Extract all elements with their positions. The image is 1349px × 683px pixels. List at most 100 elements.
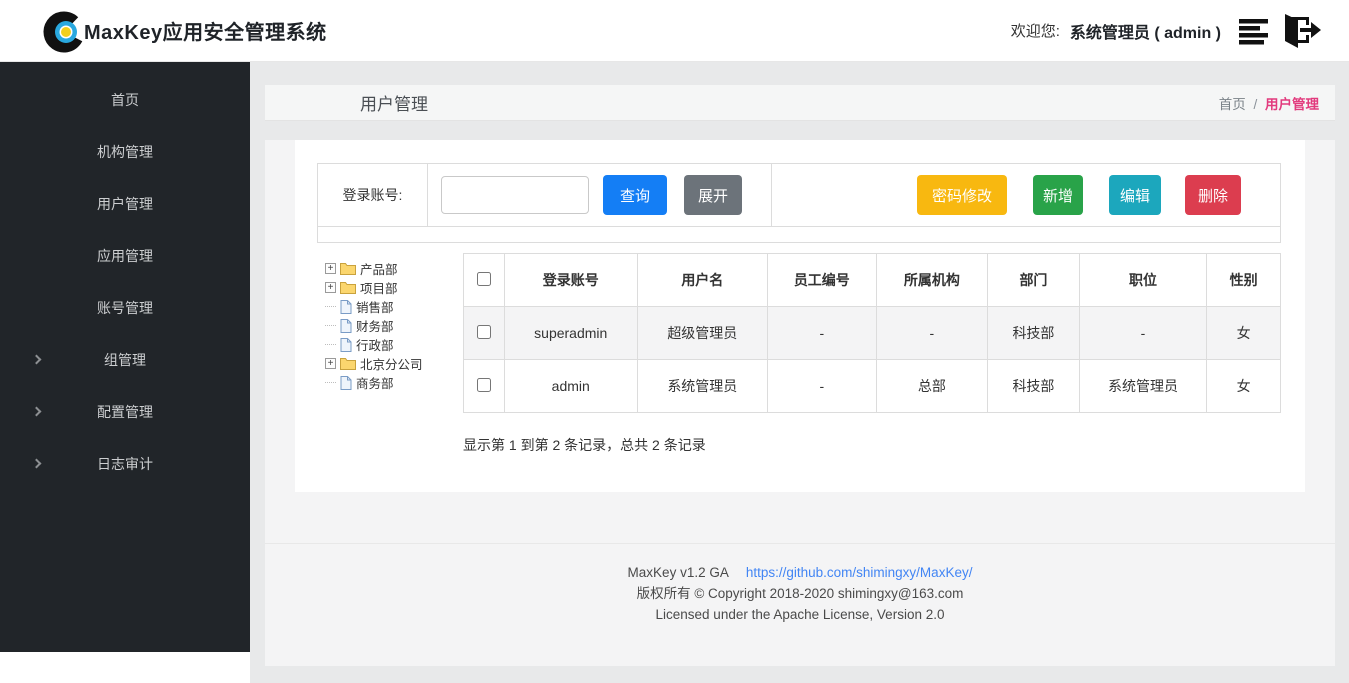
edit-button[interactable]: 编辑: [1109, 175, 1161, 215]
main-area: 用户管理 首页 / 用户管理 登录账号: 查询 展开 密码修改: [250, 62, 1349, 683]
col-header-department: 部门: [988, 254, 1080, 307]
sidebar-item-account-management[interactable]: 账号管理: [0, 282, 250, 334]
file-icon: [340, 376, 352, 390]
footer-license: Licensed under the Apache License, Versi…: [265, 604, 1335, 625]
brand: MaxKey应用安全管理系统: [38, 7, 327, 55]
maxkey-logo-icon: [42, 7, 88, 55]
select-all-cell: [464, 254, 505, 307]
col-header-organization: 所属机构: [876, 254, 988, 307]
breadcrumb-current: 用户管理: [1265, 97, 1319, 112]
add-button[interactable]: 新增: [1033, 175, 1083, 215]
sidebar-item-label: 账号管理: [97, 298, 153, 318]
sidebar-item-group-management[interactable]: 组管理: [0, 334, 250, 386]
footer-copyright: 版权所有 © Copyright 2018-2020 shimingxy@163…: [265, 583, 1335, 604]
row-checkbox[interactable]: [477, 378, 491, 392]
sidebar-item-label: 配置管理: [97, 402, 153, 422]
session-list-icon[interactable]: [1239, 16, 1273, 46]
file-icon: [340, 338, 352, 352]
tree-node-label[interactable]: 行政部: [356, 335, 394, 354]
cell-username: 系统管理员: [637, 360, 767, 413]
tree-node-sales-dept[interactable]: 销售部: [325, 297, 463, 316]
tree-connector: [325, 306, 336, 307]
folder-icon: [340, 262, 356, 275]
query-button[interactable]: 查询: [603, 175, 667, 215]
login-account-input[interactable]: [441, 176, 589, 214]
sidebar-item-org-management[interactable]: 机构管理: [0, 126, 250, 178]
breadcrumb-separator: /: [1253, 97, 1257, 112]
col-header-position: 职位: [1079, 254, 1206, 307]
row-select-cell: [464, 360, 505, 413]
tree-expand-icon[interactable]: +: [325, 263, 336, 274]
sidebar-item-label: 首页: [111, 90, 139, 110]
footer-version-line: MaxKey v1.2 GA https://github.com/shimin…: [265, 562, 1335, 583]
tree-node-product-dept[interactable]: + 产品部: [325, 259, 463, 278]
footer-version: MaxKey v1.2 GA: [628, 565, 729, 580]
folder-icon: [340, 281, 356, 294]
cell-organization: -: [876, 307, 988, 360]
tree-expand-icon[interactable]: +: [325, 358, 336, 369]
tree-connector: [325, 344, 336, 345]
tree-node-business-dept[interactable]: 商务部: [325, 373, 463, 392]
sidebar-item-log-audit[interactable]: 日志审计: [0, 438, 250, 490]
tree-node-admin-dept[interactable]: 行政部: [325, 335, 463, 354]
breadcrumb: 首页 / 用户管理: [1219, 93, 1319, 113]
tree-node-label[interactable]: 财务部: [356, 316, 394, 335]
sidebar-item-home[interactable]: 首页: [0, 74, 250, 126]
cell-department: 科技部: [988, 307, 1080, 360]
cell-position: 系统管理员: [1079, 360, 1206, 413]
folder-icon: [340, 357, 356, 370]
tree-expand-icon[interactable]: +: [325, 282, 336, 293]
sidebar-nav: 首页 机构管理 用户管理 应用管理 账号管理 组管理 配置管理 日志审计: [0, 62, 250, 652]
welcome-label: 欢迎您:: [1011, 20, 1060, 41]
sidebar-item-label: 日志审计: [97, 454, 153, 474]
user-management-card: 登录账号: 查询 展开 密码修改 新增 编辑 删除: [295, 140, 1305, 492]
chevron-right-icon: [32, 355, 42, 365]
col-header-employee-id: 员工编号: [768, 254, 877, 307]
tree-node-label[interactable]: 项目部: [360, 278, 398, 297]
cell-login: superadmin: [504, 307, 637, 360]
cell-login: admin: [504, 360, 637, 413]
users-table: 登录账号 用户名 员工编号 所属机构 部门 职位 性别: [463, 253, 1281, 413]
sidebar-item-user-management[interactable]: 用户管理: [0, 178, 250, 230]
col-header-gender: 性别: [1207, 254, 1281, 307]
top-header: MaxKey应用安全管理系统 欢迎您: 系统管理员 ( admin ): [0, 0, 1349, 62]
table-row[interactable]: admin 系统管理员 - 总部 科技部 系统管理员 女: [464, 360, 1281, 413]
change-password-button[interactable]: 密码修改: [917, 175, 1007, 215]
delete-button[interactable]: 删除: [1185, 175, 1241, 215]
logout-icon[interactable]: [1277, 13, 1321, 49]
cell-employee-id: -: [768, 307, 877, 360]
sidebar-item-label: 用户管理: [97, 194, 153, 214]
row-checkbox[interactable]: [477, 325, 491, 339]
search-toolbar: 登录账号: 查询 展开 密码修改 新增 编辑 删除: [317, 163, 1281, 227]
tree-connector: [325, 382, 336, 383]
tree-node-beijing-branch[interactable]: + 北京分公司: [325, 354, 463, 373]
site-footer: MaxKey v1.2 GA https://github.com/shimin…: [265, 544, 1335, 625]
table-header-row: 登录账号 用户名 员工编号 所属机构 部门 职位 性别: [464, 254, 1281, 307]
sidebar-item-app-management[interactable]: 应用管理: [0, 230, 250, 282]
app-title: MaxKey应用安全管理系统: [84, 16, 327, 45]
chevron-right-icon: [32, 459, 42, 469]
tree-node-label[interactable]: 产品部: [360, 259, 398, 278]
table-row[interactable]: superadmin 超级管理员 - - 科技部 - 女: [464, 307, 1281, 360]
login-account-label: 登录账号:: [318, 164, 428, 226]
tree-node-project-dept[interactable]: + 项目部: [325, 278, 463, 297]
tree-node-label[interactable]: 销售部: [356, 297, 394, 316]
select-all-checkbox[interactable]: [477, 272, 491, 286]
row-select-cell: [464, 307, 505, 360]
col-header-username: 用户名: [637, 254, 767, 307]
file-icon: [340, 300, 352, 314]
breadcrumb-bar: 用户管理 首页 / 用户管理: [265, 85, 1335, 121]
tree-node-finance-dept[interactable]: 财务部: [325, 316, 463, 335]
expand-button[interactable]: 展开: [684, 175, 742, 215]
collapsed-search-panel: [317, 227, 1281, 243]
tree-node-label[interactable]: 商务部: [356, 373, 394, 392]
breadcrumb-home-link[interactable]: 首页: [1219, 97, 1246, 112]
sidebar-item-config-management[interactable]: 配置管理: [0, 386, 250, 438]
cell-department: 科技部: [988, 360, 1080, 413]
cell-username: 超级管理员: [637, 307, 767, 360]
col-header-login: 登录账号: [504, 254, 637, 307]
action-buttons: 密码修改 新增 编辑 删除: [772, 164, 1280, 226]
footer-github-link[interactable]: https://github.com/shimingxy/MaxKey/: [746, 565, 973, 580]
tree-node-label[interactable]: 北京分公司: [360, 354, 423, 373]
chevron-right-icon: [32, 407, 42, 417]
